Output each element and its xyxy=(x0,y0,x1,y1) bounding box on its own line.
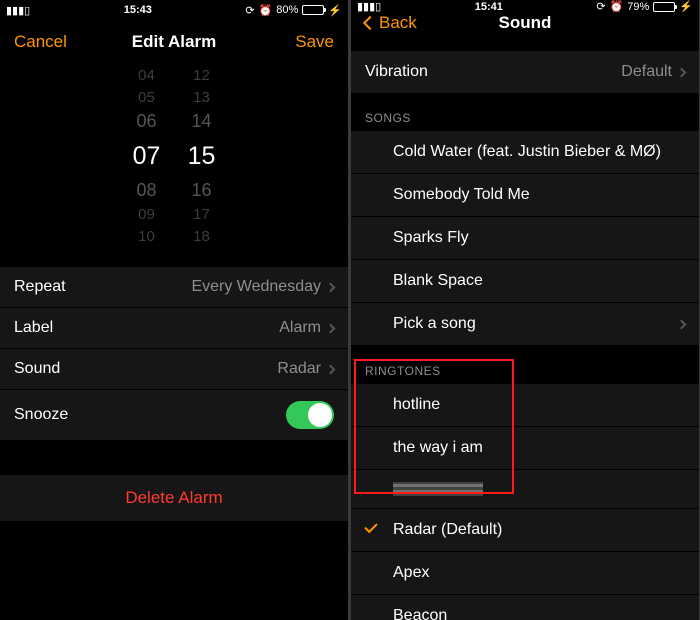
repeat-value: Every Wednesday xyxy=(191,278,321,296)
signal-icon: ▮▮▮▯ xyxy=(357,0,381,13)
ringtones-header: RINGTONES xyxy=(351,346,699,384)
status-bar: ▮▮▮▯ 15:41 ⟳ ⏰ 79% ⚡ xyxy=(351,0,699,13)
sound-screen: ▮▮▮▯ 15:41 ⟳ ⏰ 79% ⚡ Back Sound Vibratio… xyxy=(351,0,699,620)
charging-icon: ⚡ xyxy=(679,0,693,13)
ringtone-row-selected[interactable]: Radar (Default) xyxy=(351,509,699,552)
song-row[interactable]: Sparks Fly xyxy=(351,217,699,260)
chevron-right-icon xyxy=(326,364,336,374)
status-bar: ▮▮▮▯ 15:43 ⟳ ⏰ 80% ⚡ xyxy=(0,0,348,20)
battery-pct: 79% xyxy=(627,1,649,13)
label-row[interactable]: Label Alarm xyxy=(0,308,348,349)
hour-column[interactable]: 04 05 06 07 08 09 10 xyxy=(119,78,174,233)
alarm-icon: ⏰ xyxy=(610,0,624,13)
nav-bar: Back Sound xyxy=(351,13,699,33)
back-button[interactable]: Back xyxy=(365,13,417,33)
snooze-toggle[interactable] xyxy=(286,401,334,429)
chevron-left-icon xyxy=(363,16,377,30)
chevron-right-icon xyxy=(677,67,687,77)
sound-row[interactable]: Sound Radar xyxy=(0,349,348,390)
chevron-right-icon xyxy=(326,323,336,333)
song-row[interactable]: Somebody Told Me xyxy=(351,174,699,217)
snooze-label: Snooze xyxy=(14,406,68,424)
label-label: Label xyxy=(14,319,53,337)
songs-header: SONGS xyxy=(351,93,699,131)
redacted-text xyxy=(393,482,483,496)
song-row[interactable]: Cold Water (feat. Justin Bieber & MØ) xyxy=(351,131,699,174)
charging-icon: ⚡ xyxy=(328,4,342,17)
battery-icon xyxy=(302,5,324,15)
battery-pct: 80% xyxy=(276,4,298,16)
battery-icon xyxy=(653,2,675,12)
clock-time: 15:41 xyxy=(475,1,503,13)
sound-label: Sound xyxy=(14,360,60,378)
lock-icon: ⟳ xyxy=(596,0,605,13)
ringtone-row[interactable]: the way i am xyxy=(351,427,699,470)
ringtone-row[interactable]: Apex xyxy=(351,552,699,595)
vibration-value: Default xyxy=(621,63,672,81)
vibration-label: Vibration xyxy=(365,63,428,81)
save-button[interactable]: Save xyxy=(295,32,334,52)
clock-time: 15:43 xyxy=(124,4,152,16)
label-value: Alarm xyxy=(279,319,321,337)
snooze-row: Snooze xyxy=(0,390,348,441)
ringtone-row[interactable]: hotline xyxy=(351,384,699,427)
song-row[interactable]: Blank Space xyxy=(351,260,699,303)
repeat-row[interactable]: Repeat Every Wednesday xyxy=(0,267,348,308)
checkmark-icon xyxy=(364,520,377,533)
minute-column[interactable]: 12 13 14 15 16 17 18 xyxy=(174,78,229,233)
sound-value: Radar xyxy=(277,360,321,378)
delete-alarm-button[interactable]: Delete Alarm xyxy=(0,475,348,521)
alarm-icon: ⏰ xyxy=(259,4,273,17)
chevron-right-icon xyxy=(326,282,336,292)
chevron-right-icon xyxy=(677,319,687,329)
cancel-button[interactable]: Cancel xyxy=(14,32,67,52)
ringtone-row[interactable]: Beacon xyxy=(351,595,699,620)
edit-alarm-screen: ▮▮▮▯ 15:43 ⟳ ⏰ 80% ⚡ Cancel Edit Alarm S… xyxy=(0,0,348,620)
lock-icon: ⟳ xyxy=(245,4,254,17)
vibration-row[interactable]: Vibration Default xyxy=(351,51,699,93)
ringtone-row-redacted[interactable] xyxy=(351,470,699,509)
time-picker[interactable]: 04 05 06 07 08 09 10 12 13 14 15 16 17 1… xyxy=(0,78,348,233)
nav-bar: Cancel Edit Alarm Save xyxy=(0,20,348,64)
signal-icon: ▮▮▮▯ xyxy=(6,4,30,17)
repeat-label: Repeat xyxy=(14,278,66,296)
pick-song-row[interactable]: Pick a song xyxy=(351,303,699,346)
